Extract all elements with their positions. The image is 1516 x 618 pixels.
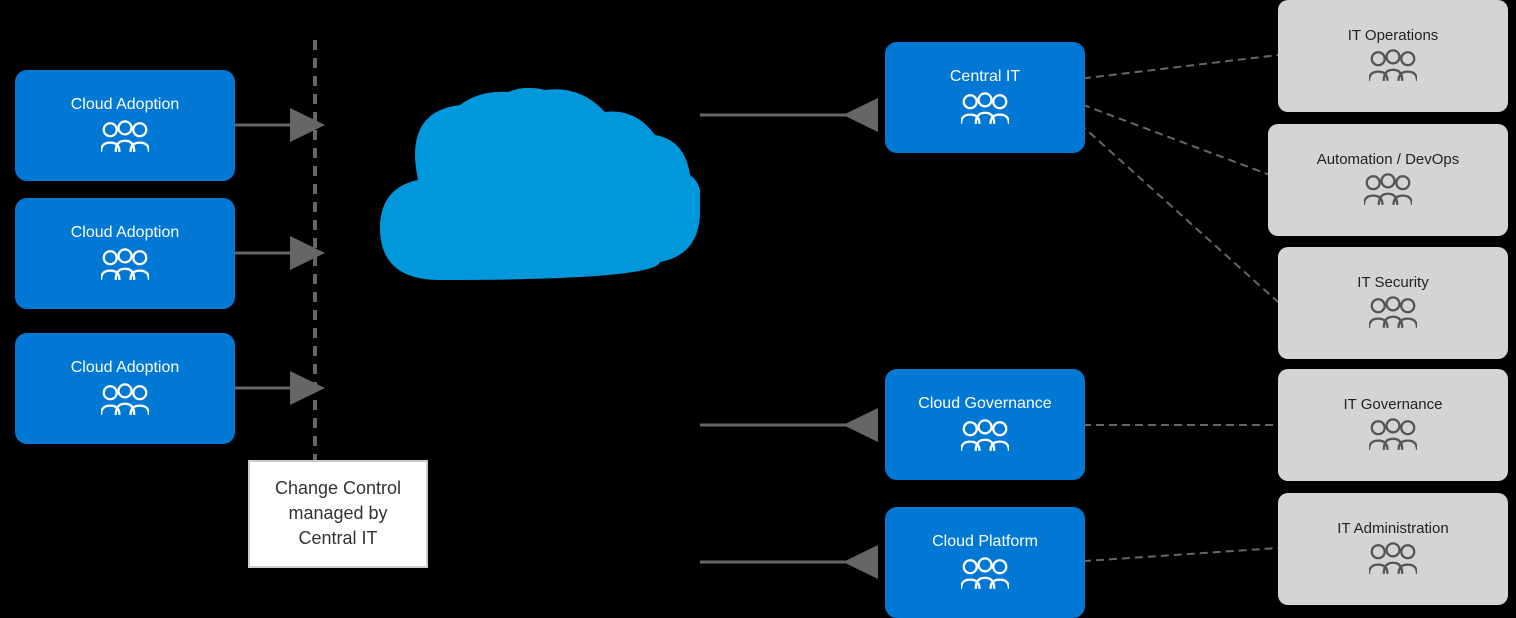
- people-icon-it-sec: [1369, 296, 1417, 332]
- automation-devops-box: Automation / DevOps: [1268, 124, 1508, 236]
- diagram: Cloud Adoption Cloud Adoption Cloud Adop…: [0, 0, 1516, 618]
- it-security-box: IT Security: [1278, 247, 1508, 359]
- it-governance-box: IT Governance: [1278, 369, 1508, 481]
- people-icon-it-admin: [1369, 542, 1417, 578]
- people-icon-1: [101, 120, 149, 156]
- cloud-adoption-box-1: Cloud Adoption: [15, 70, 235, 181]
- cloud-governance-box: Cloud Governance: [885, 369, 1085, 480]
- people-icon-2: [101, 248, 149, 284]
- central-it-box: Central IT: [885, 42, 1085, 153]
- people-icon-cloud-gov: [961, 419, 1009, 455]
- cloud-icon: [360, 80, 700, 340]
- cloud-platform-box: Cloud Platform: [885, 507, 1085, 618]
- people-icon-central-it: [961, 92, 1009, 128]
- people-icon-cloud-plat: [961, 557, 1009, 593]
- people-icon-it-gov: [1369, 418, 1417, 454]
- people-icon-3: [101, 383, 149, 419]
- people-icon-auto-devops: [1364, 173, 1412, 209]
- cloud-adoption-box-3: Cloud Adoption: [15, 333, 235, 444]
- change-control-box: Change Control managed by Central IT: [248, 460, 428, 568]
- it-administration-box: IT Administration: [1278, 493, 1508, 605]
- people-icon-it-ops: [1369, 49, 1417, 85]
- cloud-adoption-box-2: Cloud Adoption: [15, 198, 235, 309]
- it-operations-box: IT Operations: [1278, 0, 1508, 112]
